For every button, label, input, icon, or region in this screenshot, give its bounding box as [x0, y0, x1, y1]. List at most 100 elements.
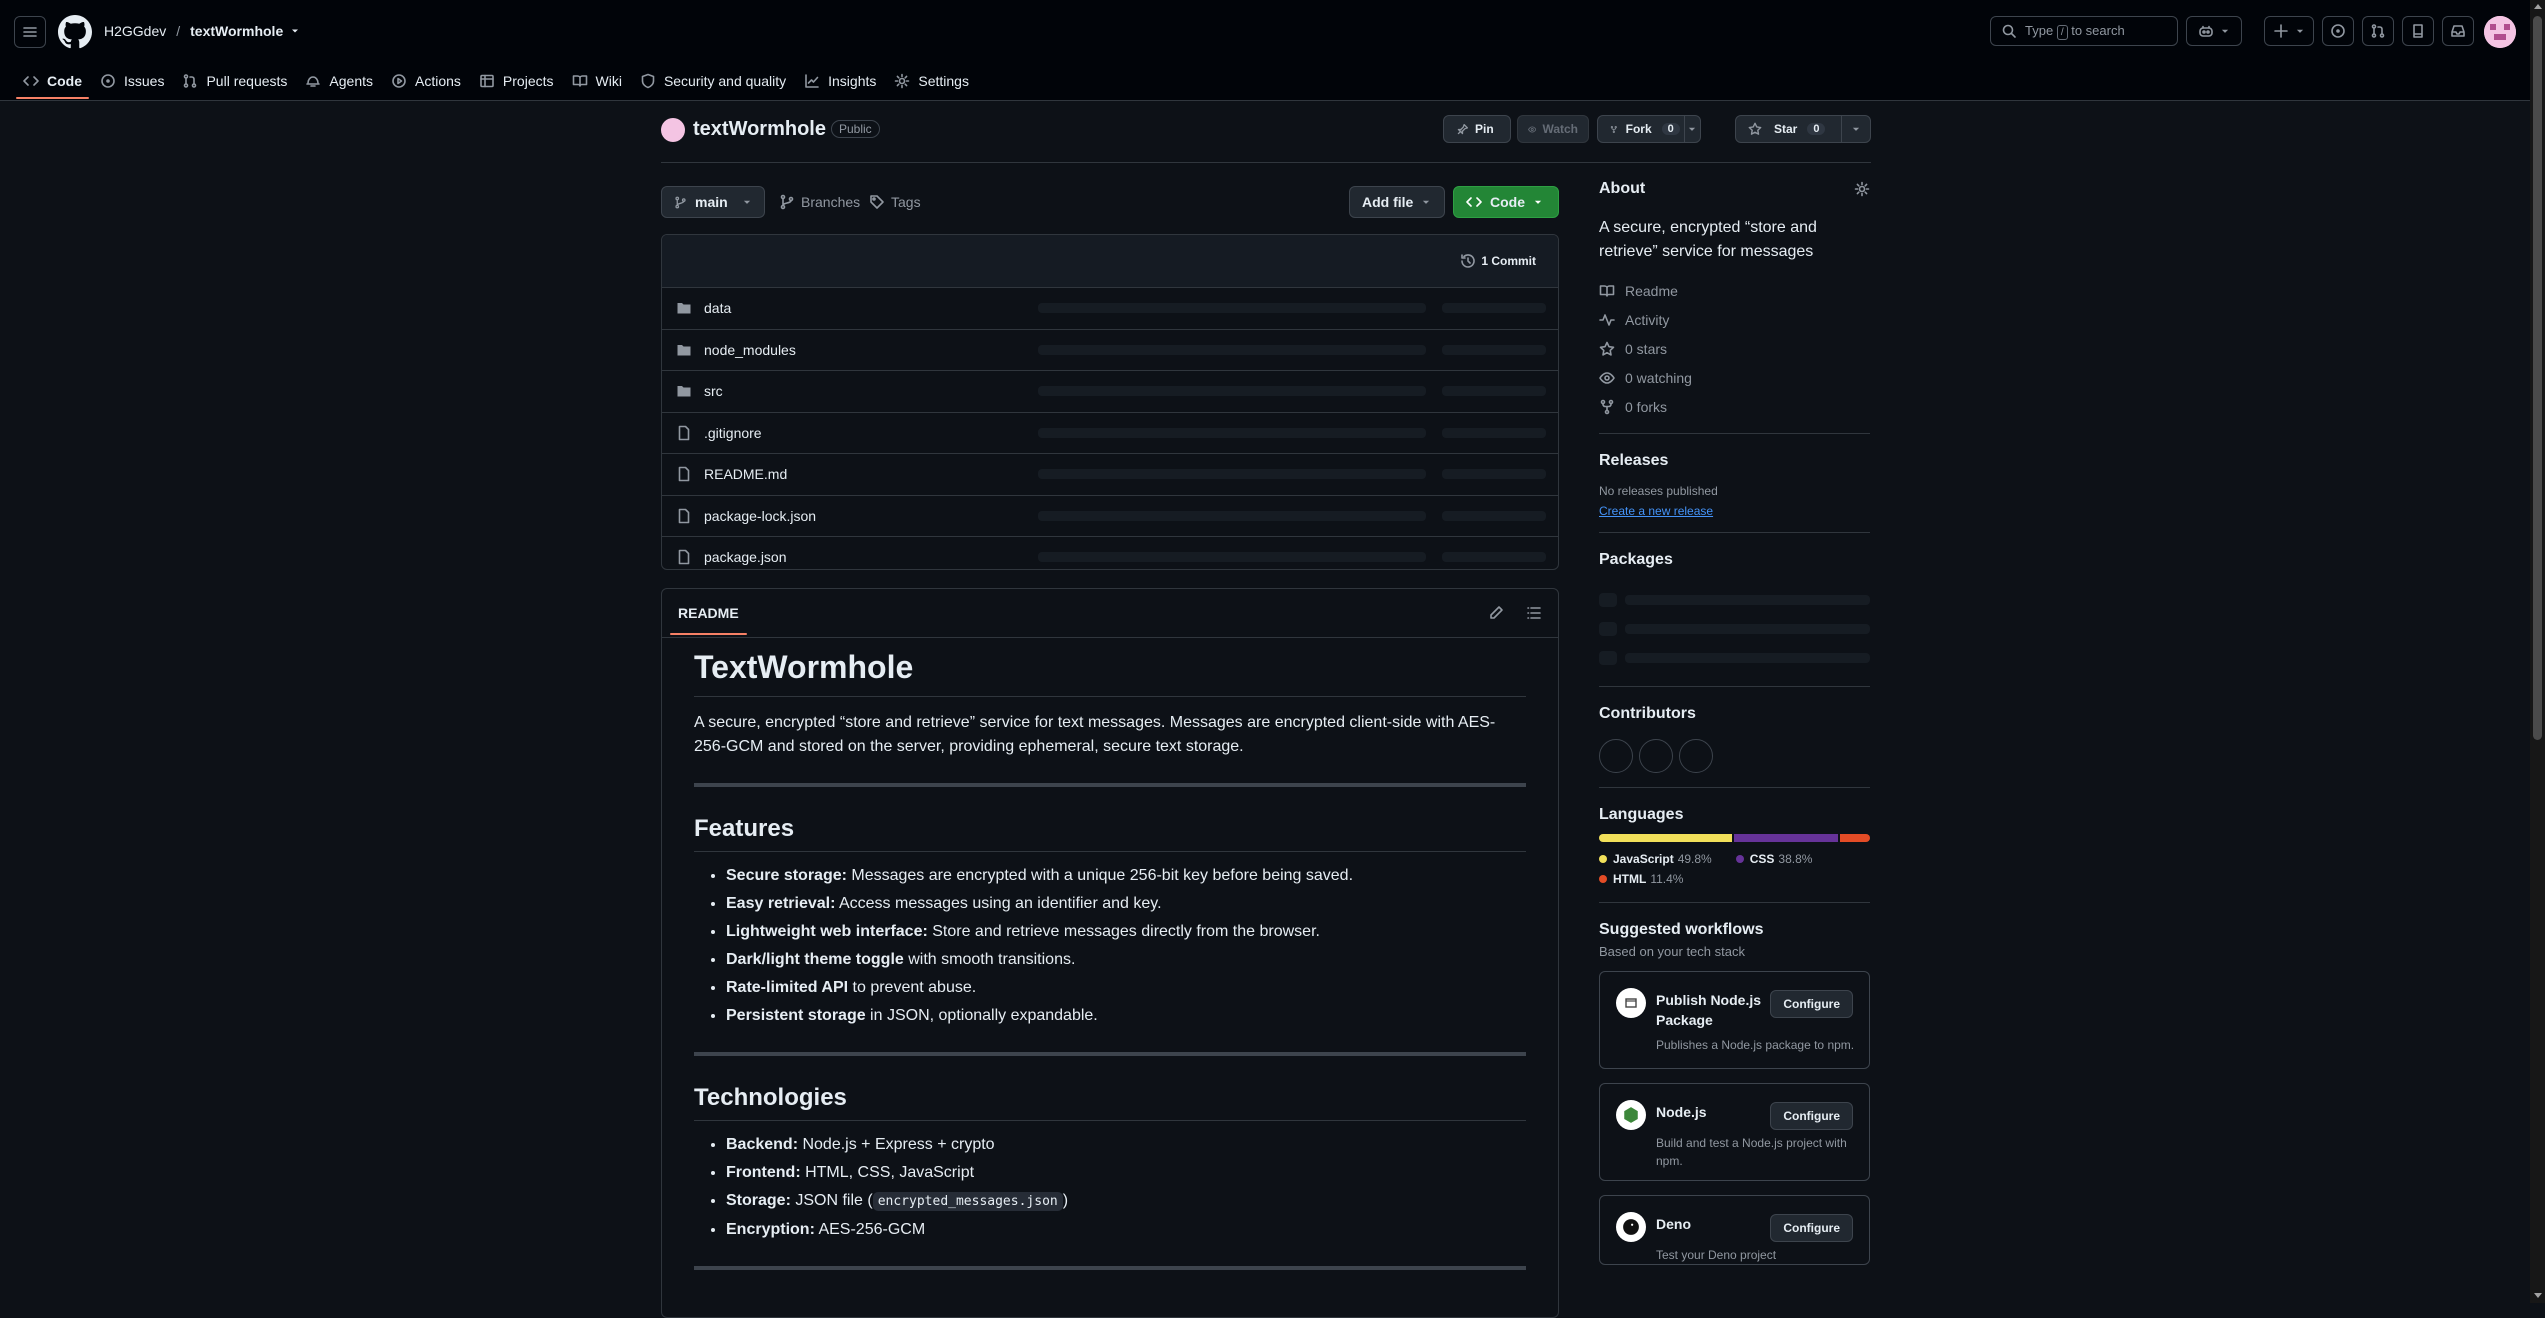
pencil-icon[interactable]: [1488, 605, 1504, 621]
branches-link[interactable]: Branches: [779, 194, 860, 210]
configure-button[interactable]: Configure: [1770, 1214, 1853, 1242]
language-item[interactable]: CSS 38.8%: [1735, 852, 1812, 866]
scrollbar-thumb[interactable]: [2533, 16, 2542, 740]
activity-link[interactable]: Activity: [1599, 305, 1870, 334]
file-row[interactable]: README.md: [662, 454, 1558, 496]
tab-pull-requests[interactable]: Pull requests: [173, 64, 296, 98]
nodejs-icon: [1624, 1107, 1638, 1123]
pin-button[interactable]: Pin: [1443, 115, 1511, 143]
gear-icon[interactable]: [1854, 181, 1870, 197]
issues-button[interactable]: [2322, 16, 2354, 46]
global-header: H2GGdev / textWormhole Type / to search …: [0, 0, 2530, 101]
star-button[interactable]: Star 0: [1735, 115, 1871, 143]
add-file-button[interactable]: Add file: [1349, 186, 1445, 218]
configure-button[interactable]: Configure: [1770, 1102, 1853, 1130]
configure-button[interactable]: Configure: [1770, 990, 1853, 1018]
list-item-bold: Frontend:: [726, 1164, 801, 1181]
owner-link[interactable]: H2GGdev: [104, 23, 166, 39]
workflow-name[interactable]: Node.js: [1656, 1102, 1776, 1122]
fork-button[interactable]: Fork 0: [1597, 115, 1701, 143]
tab-insights[interactable]: Insights: [795, 64, 885, 98]
file-name[interactable]: src: [704, 383, 723, 399]
tab-label: Insights: [828, 73, 877, 89]
tab-settings[interactable]: Settings: [885, 64, 978, 98]
user-avatar[interactable]: [2484, 16, 2516, 48]
workflow-name[interactable]: Deno: [1656, 1214, 1776, 1234]
repo-title[interactable]: textWormhole: [693, 118, 826, 141]
code-button[interactable]: Code: [1453, 186, 1559, 218]
file-row[interactable]: data: [662, 288, 1558, 330]
divider: [1599, 433, 1870, 434]
file-icon: [678, 466, 690, 482]
commits-count: 1 Commit: [1481, 254, 1536, 268]
language-bar-segment[interactable]: [1733, 834, 1838, 842]
menu-button[interactable]: [14, 16, 46, 48]
tags-link[interactable]: Tags: [869, 194, 921, 210]
scroll-down-icon[interactable]: [2534, 1293, 2542, 1298]
tab-actions[interactable]: Actions: [382, 64, 470, 98]
star-dropdown[interactable]: [1841, 116, 1870, 142]
commit-message-placeholder: [1038, 552, 1426, 562]
language-item[interactable]: JavaScript 49.8%: [1599, 852, 1712, 866]
readme-tab[interactable]: README: [670, 605, 747, 635]
file-row[interactable]: .gitignore: [662, 413, 1558, 454]
list-item: Backend: Node.js + Express + crypto: [726, 1135, 1526, 1155]
file-row[interactable]: src: [662, 371, 1558, 413]
file-row[interactable]: package.json: [662, 537, 1558, 569]
list-outline-icon[interactable]: [1526, 605, 1542, 621]
file-name[interactable]: README.md: [704, 466, 787, 482]
pin-label: Pin: [1475, 122, 1494, 136]
github-logo-icon[interactable]: [58, 15, 92, 49]
inline-code: encrypted_messages.json: [872, 1192, 1063, 1211]
workflow-description: Test your Deno project: [1656, 1248, 1777, 1262]
forks-link[interactable]: 0 forks: [1599, 392, 1870, 421]
tab-wiki[interactable]: Wiki: [563, 64, 631, 98]
releases-heading[interactable]: Releases: [1599, 452, 1870, 470]
repo-owner-avatar[interactable]: [661, 118, 685, 142]
readme-link[interactable]: Readme: [1599, 276, 1870, 305]
repo-link[interactable]: textWormhole: [190, 23, 283, 39]
branch-selector[interactable]: main: [661, 186, 765, 218]
inbox-button[interactable]: [2442, 16, 2474, 46]
caret-down-icon[interactable]: [289, 25, 301, 37]
scroll-up-icon[interactable]: [2534, 4, 2542, 9]
create-release-link[interactable]: Create a new release: [1599, 504, 1870, 518]
list-item: Easy retrieval: Access messages using an…: [726, 894, 1526, 914]
graph-icon: [805, 74, 819, 88]
contributor-avatar[interactable]: [1679, 739, 1713, 773]
fork-dropdown[interactable]: [1683, 116, 1700, 142]
language-item[interactable]: HTML 11.4%: [1599, 872, 1683, 886]
create-new-button[interactable]: [2264, 16, 2314, 46]
language-bar-segment[interactable]: [1599, 834, 1732, 842]
contributor-avatar[interactable]: [1599, 739, 1633, 773]
stars-link[interactable]: 0 stars: [1599, 334, 1870, 363]
file-name[interactable]: node_modules: [704, 342, 796, 358]
workflow-card: Deno Configure Test your Deno project: [1599, 1195, 1870, 1265]
watch-button[interactable]: Watch: [1517, 115, 1589, 143]
tab-issues[interactable]: Issues: [91, 64, 173, 98]
tab-security-and-quality[interactable]: Security and quality: [631, 64, 795, 98]
tab-projects[interactable]: Projects: [470, 64, 563, 98]
copilot-button[interactable]: [2186, 16, 2242, 46]
commits-link[interactable]: 1 Commit: [1460, 253, 1536, 269]
file-row[interactable]: package-lock.json: [662, 496, 1558, 537]
contributors-heading[interactable]: Contributors: [1599, 705, 1870, 723]
table-icon: [480, 74, 494, 88]
language-bar-segment[interactable]: [1839, 834, 1870, 842]
file-name[interactable]: package-lock.json: [704, 508, 816, 524]
contributor-avatar[interactable]: [1639, 739, 1673, 773]
watching-link[interactable]: 0 watching: [1599, 363, 1870, 392]
file-name[interactable]: package.json: [704, 549, 787, 565]
search-input[interactable]: Type / to search: [1990, 16, 2178, 46]
file-name[interactable]: .gitignore: [704, 425, 762, 441]
repositories-button[interactable]: [2402, 16, 2434, 46]
pull-requests-button[interactable]: [2362, 16, 2394, 46]
workflows-list: Publish Node.js Package Configure Publishe…: [1599, 971, 1870, 1265]
list-item-text: Messages are encrypted with a unique 256…: [846, 867, 1354, 884]
tab-code[interactable]: Code: [14, 64, 91, 99]
workflow-name[interactable]: Publish Node.js Package: [1656, 990, 1776, 1030]
file-row[interactable]: node_modules: [662, 330, 1558, 371]
file-name[interactable]: data: [704, 300, 731, 316]
packages-heading[interactable]: Packages: [1599, 551, 1870, 569]
tab-agents[interactable]: Agents: [296, 64, 382, 98]
